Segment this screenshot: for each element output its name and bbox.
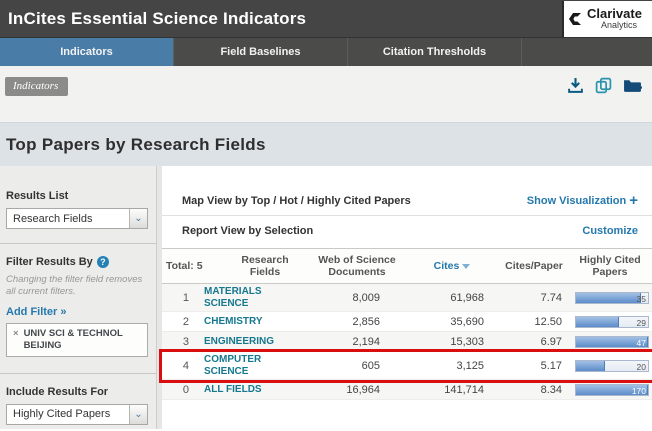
col-highly-cited-papers: Highly Cited Papers — [570, 252, 650, 280]
map-view-label: Map View by Top / Hot / Highly Cited Pap… — [182, 195, 411, 207]
hcp-bar-value: 170 — [632, 386, 646, 396]
main-nav-tabs: Indicators Field Baselines Citation Thre… — [0, 38, 652, 66]
row-rank: 3 — [162, 334, 192, 350]
row-field[interactable]: CHEMISTRY — [204, 316, 263, 328]
col-research-fields: Research Fields — [222, 252, 308, 280]
row-rank: 1 — [162, 290, 192, 306]
add-filter-link[interactable]: Add Filter » — [6, 306, 67, 318]
clarivate-logo-icon — [568, 11, 584, 27]
app-title: InCites Essential Science Indicators — [8, 9, 306, 29]
hcp-bar-fill — [576, 293, 641, 303]
row-cites: 61,968 — [406, 290, 498, 306]
title-band: Top Papers by Research Fields — [0, 122, 652, 166]
hcp-bar: 29 — [575, 316, 649, 328]
show-visualization-link[interactable]: Show Visualization + — [527, 192, 638, 209]
remove-filter-icon[interactable]: × — [13, 328, 19, 352]
customize-link[interactable]: Customize — [582, 225, 638, 237]
row-rank: 2 — [162, 314, 192, 330]
results-list-select[interactable]: Research Fields ⌄ — [6, 208, 148, 229]
hcp-bar-value: 47 — [637, 338, 646, 348]
table-header-row: Total: 5 Research Fields Web of Science … — [162, 248, 652, 284]
logo-secondary-text: Analytics — [587, 21, 642, 30]
include-results-value: Highly Cited Papers — [7, 408, 110, 420]
tab-indicators[interactable]: Indicators — [0, 38, 174, 66]
hcp-bar: 170 — [575, 384, 649, 396]
include-results-for-label: Include Results For — [6, 386, 148, 398]
table-row: 0 ALL FIELDS 16,964 141,714 8.34 170 — [162, 380, 652, 400]
row-cites: 15,303 — [406, 334, 498, 350]
chevron-down-icon: ⌄ — [129, 209, 147, 228]
table-row: 3 ENGINEERING 2,194 15,303 6.97 47 — [162, 332, 652, 352]
row-docs: 16,964 — [308, 382, 406, 398]
results-list-value: Research Fields — [7, 213, 92, 225]
clarivate-logo: Clarivate Analytics — [562, 1, 652, 37]
filter-results-by-label: Filter Results By — [6, 256, 93, 268]
hcp-bar-value: 20 — [637, 362, 646, 372]
filter-chip-label: UNIV SCI & TECHNOL BEIJING — [24, 328, 142, 352]
report-view-label: Report View by Selection — [182, 225, 313, 237]
row-docs: 605 — [308, 358, 406, 374]
filter-note: Changing the filter field removes all cu… — [6, 274, 148, 298]
row-cites: 141,714 — [406, 382, 498, 398]
row-docs: 2,856 — [308, 314, 406, 330]
row-docs: 8,009 — [308, 290, 406, 306]
hcp-bar: 20 — [575, 360, 649, 372]
logo-primary-text: Clarivate — [587, 7, 642, 20]
folder-add-icon[interactable] — [623, 77, 642, 94]
row-rank: 0 — [162, 382, 192, 398]
hcp-bar: 35 — [575, 292, 649, 304]
tab-citation-thresholds[interactable]: Citation Thresholds — [348, 38, 522, 66]
print-icon[interactable] — [595, 77, 612, 94]
filter-chip-univ-sci-technol-beijing[interactable]: × UNIV SCI & TECHNOL BEIJING — [6, 323, 148, 357]
row-field[interactable]: MATERIALS SCIENCE — [204, 286, 296, 309]
results-panel: Map View by Top / Hot / Highly Cited Pap… — [162, 166, 652, 429]
sidebar-divider — [0, 243, 156, 244]
row-field[interactable]: COMPUTER SCIENCE — [204, 354, 296, 377]
sort-desc-icon — [462, 264, 470, 269]
results-list-label: Results List — [6, 190, 148, 202]
row-cites-per-paper: 12.50 — [498, 314, 570, 330]
row-cites-per-paper: 8.34 — [498, 382, 570, 398]
top-header: InCites Essential Science Indicators Cla… — [0, 0, 652, 38]
chevron-down-icon: ⌄ — [129, 405, 147, 424]
total-count-label: Total: 5 — [162, 258, 222, 274]
toolbar: Indicators — [0, 66, 652, 122]
row-cites-per-paper: 7.74 — [498, 290, 570, 306]
breadcrumb-indicators[interactable]: Indicators — [5, 77, 68, 96]
download-icon[interactable] — [567, 77, 584, 94]
row-cites: 3,125 — [406, 358, 498, 374]
row-docs: 2,194 — [308, 334, 406, 350]
hcp-bar: 47 — [575, 336, 649, 348]
col-cites[interactable]: Cites — [406, 258, 498, 274]
row-field[interactable]: ALL FIELDS — [204, 384, 262, 396]
plus-icon: + — [629, 192, 638, 209]
table-body: 1 MATERIALS SCIENCE 8,009 61,968 7.74 35… — [162, 284, 652, 400]
row-cites-per-paper: 5.17 — [498, 358, 570, 374]
include-results-select[interactable]: Highly Cited Papers ⌄ — [6, 404, 148, 425]
hcp-bar-fill — [576, 361, 605, 371]
filter-sidebar: Results List Research Fields ⌄ Filter Re… — [0, 166, 157, 429]
incites-esi-app: InCites Essential Science Indicators Cla… — [0, 0, 652, 431]
row-rank: 4 — [162, 358, 192, 374]
help-icon[interactable] — [97, 256, 109, 268]
results-table: Total: 5 Research Fields Web of Science … — [162, 248, 652, 400]
col-cites-per-paper: Cites/Paper — [498, 258, 570, 274]
sidebar-divider — [0, 373, 156, 374]
row-cites-per-paper: 6.97 — [498, 334, 570, 350]
hcp-bar-value: 35 — [637, 294, 646, 304]
table-row: 4 COMPUTER SCIENCE 605 3,125 5.17 20 — [162, 352, 652, 380]
page-title: Top Papers by Research Fields — [6, 135, 266, 155]
hcp-bar-value: 29 — [637, 318, 646, 328]
hcp-bar-fill — [576, 317, 619, 327]
table-row: 2 CHEMISTRY 2,856 35,690 12.50 29 — [162, 312, 652, 332]
row-field[interactable]: ENGINEERING — [204, 336, 274, 348]
row-cites: 35,690 — [406, 314, 498, 330]
tab-field-baselines[interactable]: Field Baselines — [174, 38, 348, 66]
col-wos-documents: Web of Science Documents — [308, 252, 406, 280]
table-row: 1 MATERIALS SCIENCE 8,009 61,968 7.74 35 — [162, 284, 652, 312]
